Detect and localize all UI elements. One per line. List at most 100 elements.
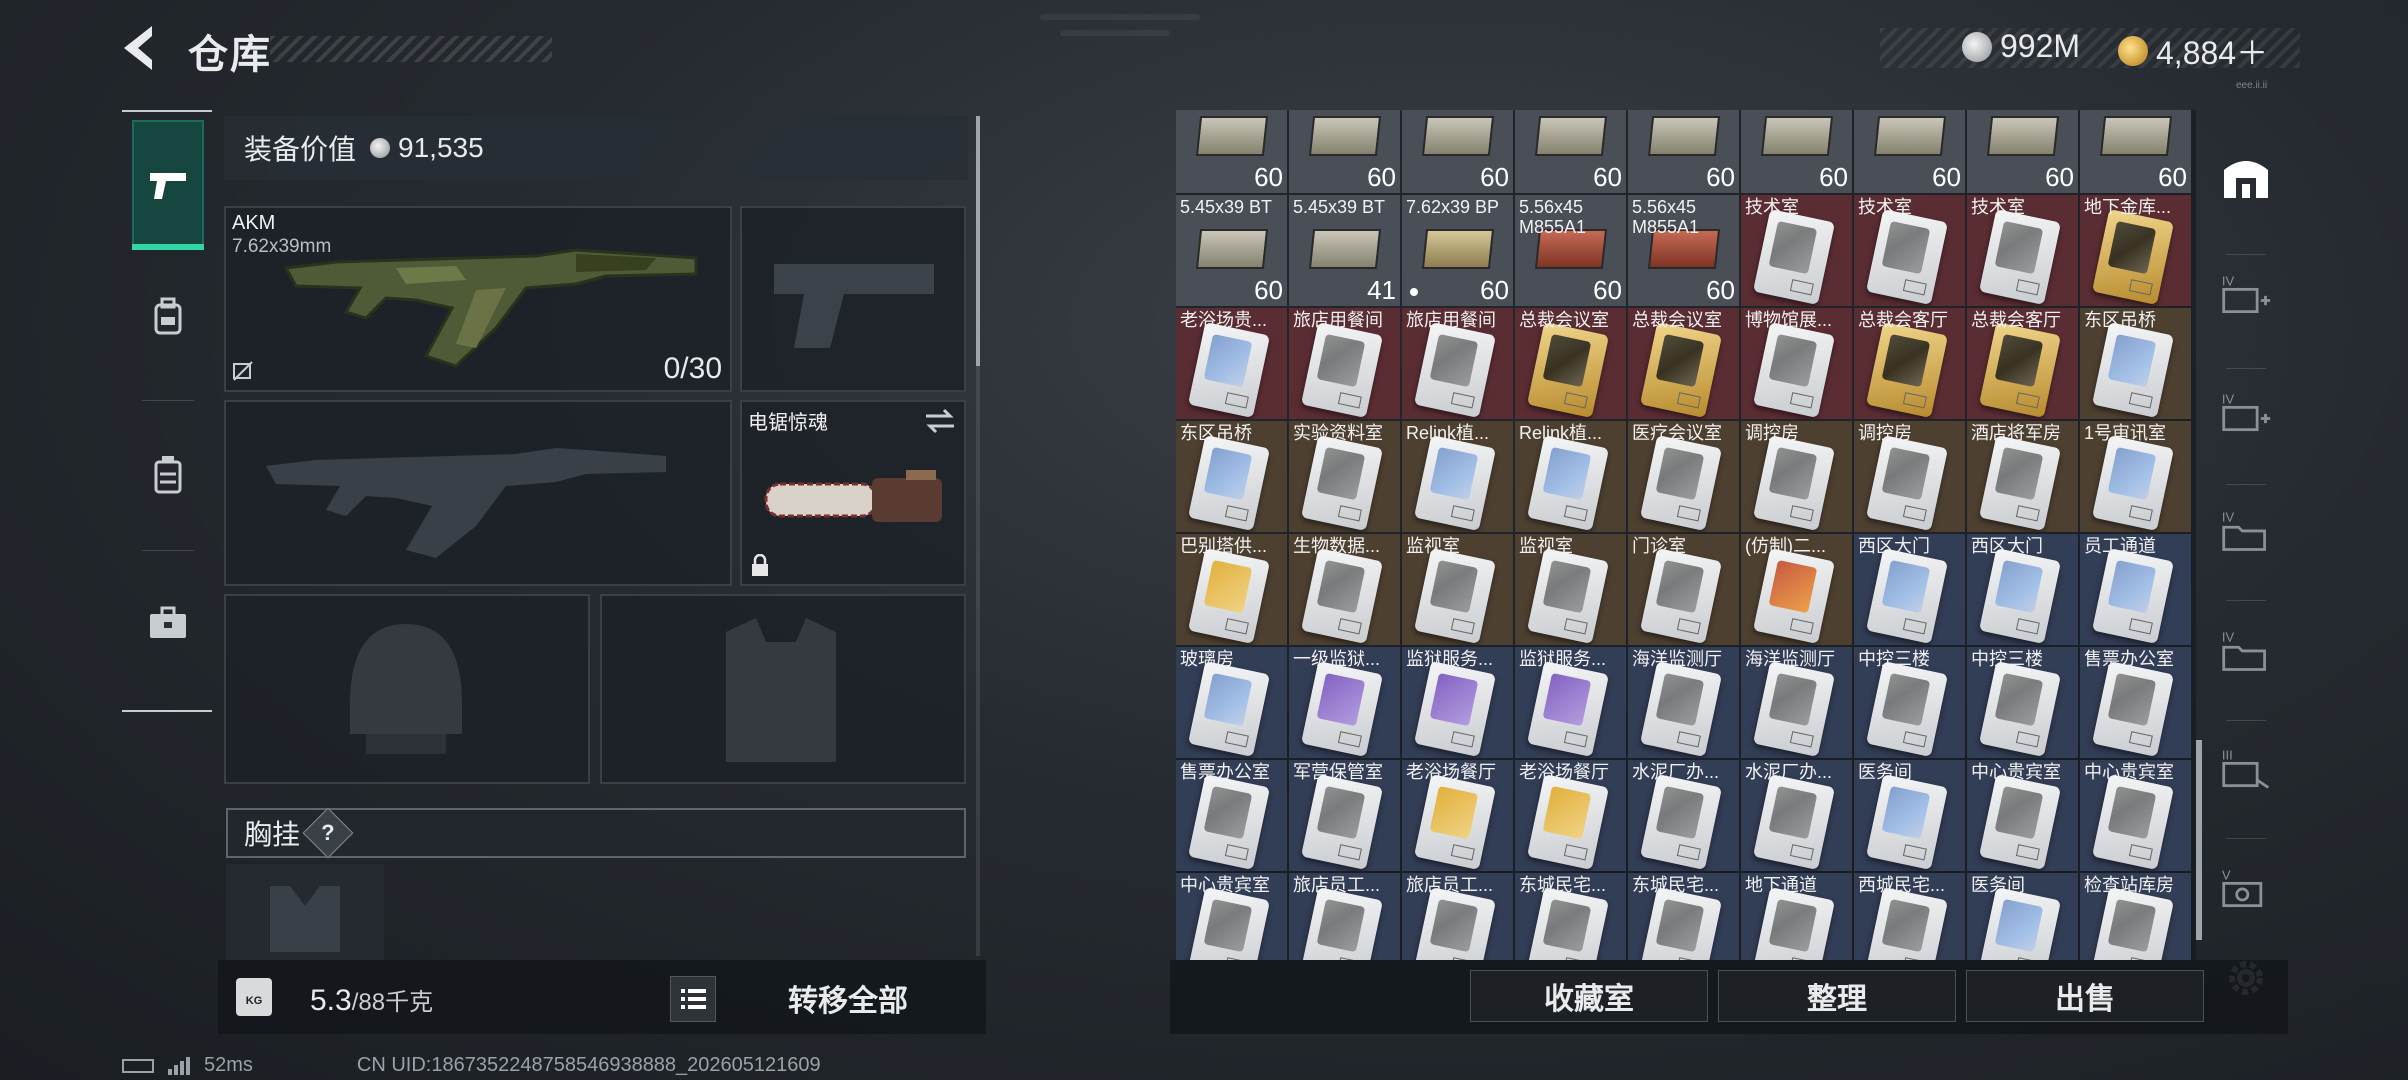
storage-item[interactable]: 1号审讯室: [2080, 421, 2191, 532]
storage-item[interactable]: Relink植...: [1402, 421, 1513, 532]
back-button[interactable]: [116, 22, 164, 74]
storage-item[interactable]: 医疗会议室: [1628, 421, 1739, 532]
helmet-slot[interactable]: [224, 594, 590, 784]
storage-iv-plus-button[interactable]: IV: [2220, 268, 2272, 320]
secondary-weapon-slot[interactable]: [224, 400, 732, 586]
storage-item[interactable]: 水泥厂办...: [1628, 760, 1739, 871]
storage-item[interactable]: Relink植...: [1515, 421, 1626, 532]
storage-item[interactable]: 海洋监测厅: [1628, 647, 1739, 758]
storage-item[interactable]: 员工通道: [2080, 534, 2191, 645]
storage-item[interactable]: 中心贵宾室: [2080, 760, 2191, 871]
gold-balance[interactable]: 4,884＋: [2118, 28, 2268, 74]
tab-consumables[interactable]: [132, 410, 204, 540]
equipment-scroll-thumb[interactable]: [976, 116, 980, 366]
storage-item[interactable]: 旅店用餐间: [1402, 308, 1513, 419]
melee-slot[interactable]: 电锯惊魂: [740, 400, 966, 586]
storage-item[interactable]: BT60: [2080, 110, 2191, 193]
storage-item[interactable]: 实验资料室: [1289, 421, 1400, 532]
storage-item[interactable]: 老浴场贵...: [1176, 308, 1287, 419]
storage-item[interactable]: 监狱服务...: [1515, 647, 1626, 758]
storage-item[interactable]: 老浴场餐厅: [1402, 760, 1513, 871]
storage-item[interactable]: 总裁会客厅: [1967, 308, 2078, 419]
storage-item[interactable]: 生物数据...: [1289, 534, 1400, 645]
sidearm-slot[interactable]: [740, 206, 966, 392]
storage-item[interactable]: 巴别塔供...: [1176, 534, 1287, 645]
tab-weapons[interactable]: [132, 120, 204, 250]
storage-item[interactable]: 7.62x39 BP 60: [1402, 195, 1513, 306]
storage-item[interactable]: 中心贵宾室: [1967, 760, 2078, 871]
storage-item[interactable]: 5.56x45 M855A1 60: [1515, 195, 1626, 306]
primary-weapon-slot[interactable]: AKM 7.62x39mm 0/30: [224, 206, 732, 392]
storage-item[interactable]: 门诊室: [1628, 534, 1739, 645]
storage-item[interactable]: 东城民宅...: [1628, 873, 1739, 960]
storage-item[interactable]: 总裁会议室: [1515, 308, 1626, 419]
storage-item[interactable]: 西城民宅...: [1854, 873, 1965, 960]
safe-box-button[interactable]: [2220, 152, 2272, 204]
storage-item[interactable]: BT60: [1854, 110, 1965, 193]
storage-iii-button[interactable]: III: [2220, 742, 2272, 794]
storage-item[interactable]: 一级监狱...: [1289, 647, 1400, 758]
sell-button[interactable]: 出售: [1966, 970, 2204, 1022]
storage-item[interactable]: BT60: [1628, 110, 1739, 193]
storage-item[interactable]: 旅店用餐间: [1289, 308, 1400, 419]
storage-item[interactable]: BT60: [1741, 110, 1852, 193]
storage-iv-folder-button[interactable]: IV: [2220, 504, 2272, 556]
storage-iv-plus-2-button[interactable]: IV: [2220, 386, 2272, 438]
storage-item[interactable]: BT60: [1967, 110, 2078, 193]
storage-scroll-thumb[interactable]: [2196, 740, 2202, 940]
storage-item[interactable]: 监视室: [1402, 534, 1513, 645]
sort-button[interactable]: 整理: [1718, 970, 1956, 1022]
storage-item[interactable]: (仿制)二...: [1741, 534, 1852, 645]
storage-v-button[interactable]: V: [2220, 862, 2272, 914]
storage-item[interactable]: 地下通道: [1741, 873, 1852, 960]
storage-item[interactable]: 监狱服务...: [1402, 647, 1513, 758]
storage-item[interactable]: 地下金库...: [2080, 195, 2191, 306]
storage-item[interactable]: 检查站库房: [2080, 873, 2191, 960]
storage-item[interactable]: 医务间: [1854, 760, 1965, 871]
storage-item[interactable]: BT60: [1176, 110, 1287, 193]
transfer-all-button[interactable]: 转移全部: [728, 974, 968, 1022]
storage-item[interactable]: 军营保管室: [1289, 760, 1400, 871]
tab-toolbox[interactable]: [132, 558, 204, 688]
storage-item[interactable]: 海洋监测厅: [1741, 647, 1852, 758]
storage-item[interactable]: 水泥厂办...: [1741, 760, 1852, 871]
storage-item[interactable]: BP60: [1402, 110, 1513, 193]
storage-item[interactable]: 中控三楼: [1967, 647, 2078, 758]
storage-item[interactable]: 旅店员工...: [1289, 873, 1400, 960]
storage-item[interactable]: BT60: [1515, 110, 1626, 193]
chest-rig-slot[interactable]: [226, 864, 384, 960]
storage-item[interactable]: 西区大门: [1967, 534, 2078, 645]
storage-item[interactable]: 东区吊桥: [1176, 421, 1287, 532]
storage-item[interactable]: 技术室: [1854, 195, 1965, 306]
storage-item[interactable]: 监视室: [1515, 534, 1626, 645]
storage-item[interactable]: BT60: [1289, 110, 1400, 193]
storage-item[interactable]: 旅店员工...: [1402, 873, 1513, 960]
coin-balance[interactable]: 992M: [1962, 28, 2080, 65]
storage-item[interactable]: 5.45x39 BT 60: [1176, 195, 1287, 306]
storage-item[interactable]: 玻璃房: [1176, 647, 1287, 758]
storage-item[interactable]: 调控房: [1854, 421, 1965, 532]
list-view-button[interactable]: [670, 976, 716, 1022]
storage-item[interactable]: 5.56x45 M855A1 60: [1628, 195, 1739, 306]
collection-room-button[interactable]: 收藏室: [1470, 970, 1708, 1022]
storage-item[interactable]: 东区吊桥: [2080, 308, 2191, 419]
armor-slot[interactable]: [600, 594, 966, 784]
storage-item[interactable]: 技术室: [1967, 195, 2078, 306]
help-button[interactable]: ?: [302, 807, 354, 859]
storage-item[interactable]: 总裁会议室: [1628, 308, 1739, 419]
swap-icon[interactable]: [924, 408, 956, 434]
storage-item[interactable]: 医务间: [1967, 873, 2078, 960]
storage-iv-folder-2-button[interactable]: IV: [2220, 624, 2272, 676]
storage-item[interactable]: 东城民宅...: [1515, 873, 1626, 960]
storage-item[interactable]: 西区大门: [1854, 534, 1965, 645]
storage-item[interactable]: 技术室: [1741, 195, 1852, 306]
storage-item[interactable]: 5.45x39 BT 41: [1289, 195, 1400, 306]
tab-gear[interactable]: [132, 252, 204, 382]
storage-item[interactable]: 酒店将军房: [1967, 421, 2078, 532]
storage-item[interactable]: 总裁会客厅: [1854, 308, 1965, 419]
storage-item[interactable]: 老浴场餐厅: [1515, 760, 1626, 871]
storage-item[interactable]: 博物馆展...: [1741, 308, 1852, 419]
storage-item[interactable]: 中控三楼: [1854, 647, 1965, 758]
storage-item[interactable]: 售票办公室: [1176, 760, 1287, 871]
storage-item[interactable]: 调控房: [1741, 421, 1852, 532]
